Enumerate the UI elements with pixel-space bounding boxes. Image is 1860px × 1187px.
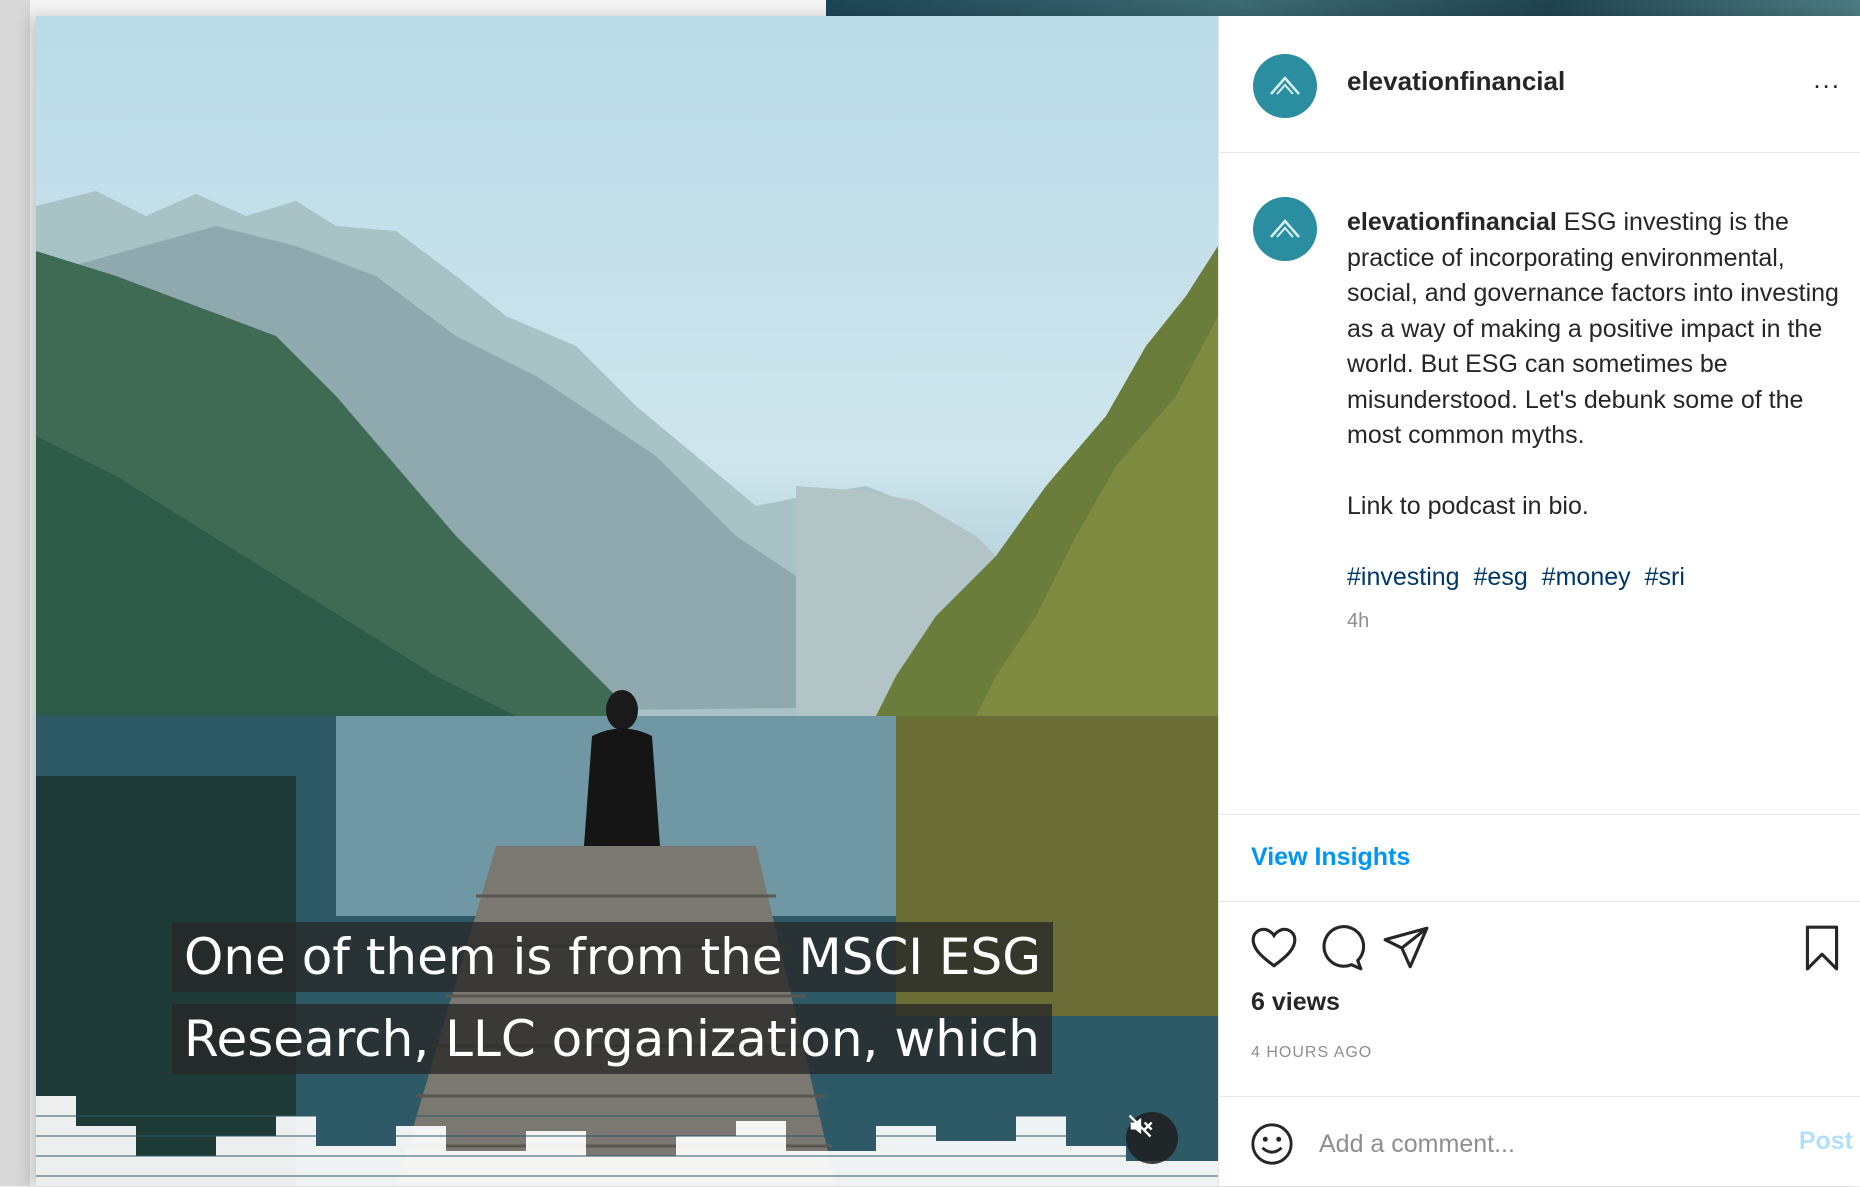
heart-icon[interactable] [1249,923,1299,973]
view-count[interactable]: 6 views [1251,988,1340,1017]
hashtag-link[interactable]: #money [1542,563,1631,591]
bookmark-icon[interactable] [1797,923,1847,973]
mute-button[interactable] [1126,1112,1178,1164]
post-comment-button[interactable]: Post [1799,1127,1853,1156]
insights-bar: View Insights [1219,814,1860,902]
mute-icon [1128,1114,1153,1138]
video-caption-line-1: One of them is from the MSCI ESG [172,922,1053,992]
hashtag-link[interactable]: #sri [1645,563,1685,591]
avatar[interactable] [1253,54,1317,118]
hashtag-list: #investing #esg #money #sri [1347,560,1847,596]
video-caption-line-2: Research, LLC organization, which [172,1004,1052,1074]
hashtag-link[interactable]: #esg [1474,563,1528,591]
caption-link-text: Link to podcast in bio. [1347,492,1589,520]
post-timestamp: 4 HOURS AGO [1251,1044,1373,1061]
background-top-left [0,0,826,16]
caption-text: ESG investing is the practice of incorpo… [1347,208,1839,449]
hashtag-link[interactable]: #investing [1347,563,1460,591]
comment-icon[interactable] [1315,923,1365,973]
mountain-logo-icon [1270,219,1300,238]
post-details-panel: elevationfinancial ... elevationfinancia… [1218,16,1860,1186]
caption-author[interactable]: elevationfinancial [1347,208,1557,236]
caption-text-block: elevationfinancial ESG investing is the … [1347,205,1847,639]
post-modal: One of them is from the MSCI ESG Researc… [36,16,1860,1186]
username-link[interactable]: elevationfinancial [1347,66,1565,97]
add-comment-bar: Post [1219,1096,1860,1187]
previous-post-edge [826,0,1860,16]
caption-section: elevationfinancial ESG investing is the … [1219,153,1860,813]
action-bar [1219,901,1860,986]
view-insights-link[interactable]: View Insights [1251,843,1410,872]
emoji-icon[interactable] [1249,1121,1295,1167]
comment-input[interactable] [1317,1119,1741,1169]
post-video[interactable]: One of them is from the MSCI ESG Researc… [36,16,1218,1186]
more-options-icon[interactable]: ... [1813,64,1841,95]
background-left-edge [0,0,30,1186]
caption-avatar[interactable] [1253,197,1317,261]
post-header: elevationfinancial ... [1219,16,1860,153]
mountain-logo-icon [1270,76,1300,95]
share-icon[interactable] [1381,923,1431,973]
caption-time-ago: 4h [1347,609,1370,632]
